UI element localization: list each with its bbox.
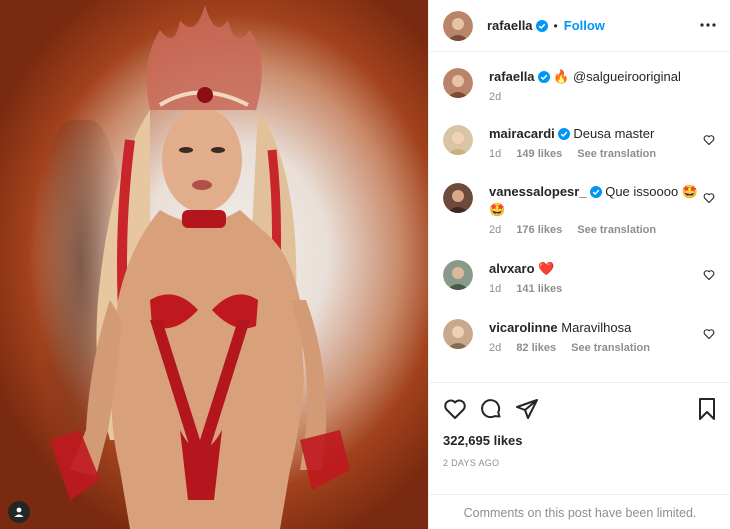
post-actions: 322,695 likes 2 DAYS AGO Comments on thi… <box>429 382 730 529</box>
comment-likes[interactable]: 141 likes <box>516 283 562 295</box>
instagram-post: rafaella • Follow rafaella 🔥 @salgueiroo… <box>0 0 730 529</box>
commenter-username[interactable]: vicarolinne <box>489 320 558 335</box>
heart-icon[interactable] <box>703 134 715 146</box>
comment-age: 2d <box>489 224 502 236</box>
comment-text: Maravilhosa <box>561 320 632 335</box>
action-icons-row <box>443 397 719 421</box>
bookmark-icon[interactable] <box>695 397 719 421</box>
verified-badge-icon <box>535 19 548 32</box>
author-username[interactable]: rafaella <box>487 18 533 33</box>
commenter-avatar[interactable] <box>443 260 473 290</box>
commenter-avatar[interactable] <box>443 319 473 349</box>
verified-badge-icon <box>537 71 550 83</box>
comment-age: 1d <box>489 148 502 160</box>
caption-age: 2d <box>489 91 502 103</box>
heart-icon[interactable] <box>703 328 715 340</box>
more-icon[interactable] <box>699 16 717 34</box>
commenter-avatar[interactable] <box>443 125 473 155</box>
photo-figure <box>50 5 350 529</box>
caption-avatar[interactable] <box>443 68 473 98</box>
comment-likes[interactable]: 82 likes <box>516 342 556 354</box>
post-timestamp[interactable]: 2 DAYS AGO <box>443 458 499 468</box>
separator-dot: • <box>553 18 558 33</box>
user-icon <box>14 507 24 517</box>
commenter-username[interactable]: mairacardi <box>489 126 555 141</box>
comment-text: ❤️ <box>538 261 555 276</box>
commenter-avatar[interactable] <box>443 183 473 213</box>
commenter-username[interactable]: vanessalopesr_ <box>489 184 587 199</box>
comment-likes[interactable]: 176 likes <box>516 224 562 236</box>
author-avatar[interactable] <box>443 10 473 41</box>
post-photo[interactable] <box>0 0 428 529</box>
comments-list[interactable]: rafaella 🔥 @salgueirooriginal 2d mairaca… <box>429 53 730 383</box>
caption-text: 🔥 @salgueirooriginal <box>553 69 681 84</box>
likes-count[interactable]: 322,695 likes <box>443 433 523 448</box>
heart-icon[interactable] <box>703 192 715 204</box>
comment-age: 1d <box>489 283 502 295</box>
follow-button[interactable]: Follow <box>564 18 605 33</box>
caption-username[interactable]: rafaella <box>489 69 535 84</box>
commenter-username[interactable]: alvxaro <box>489 261 535 276</box>
post-side-panel: rafaella • Follow rafaella 🔥 @salgueiroo… <box>428 0 730 529</box>
heart-icon[interactable] <box>703 269 715 281</box>
comment-text: Deusa master <box>573 126 655 141</box>
heart-icon[interactable] <box>443 397 467 421</box>
comment-icon[interactable] <box>479 397 503 421</box>
post-header: rafaella • Follow <box>429 0 730 52</box>
share-icon[interactable] <box>515 397 539 421</box>
see-translation-link[interactable]: See translation <box>577 148 656 160</box>
see-translation-link[interactable]: See translation <box>577 224 656 236</box>
comments-limited-notice: Comments on this post have been limited. <box>429 494 730 529</box>
see-translation-link[interactable]: See translation <box>571 342 650 354</box>
verified-badge-icon <box>557 128 570 140</box>
tagged-users-button[interactable] <box>8 501 30 523</box>
verified-badge-icon <box>589 186 602 198</box>
comment-likes[interactable]: 149 likes <box>516 148 562 160</box>
comment-age: 2d <box>489 342 502 354</box>
